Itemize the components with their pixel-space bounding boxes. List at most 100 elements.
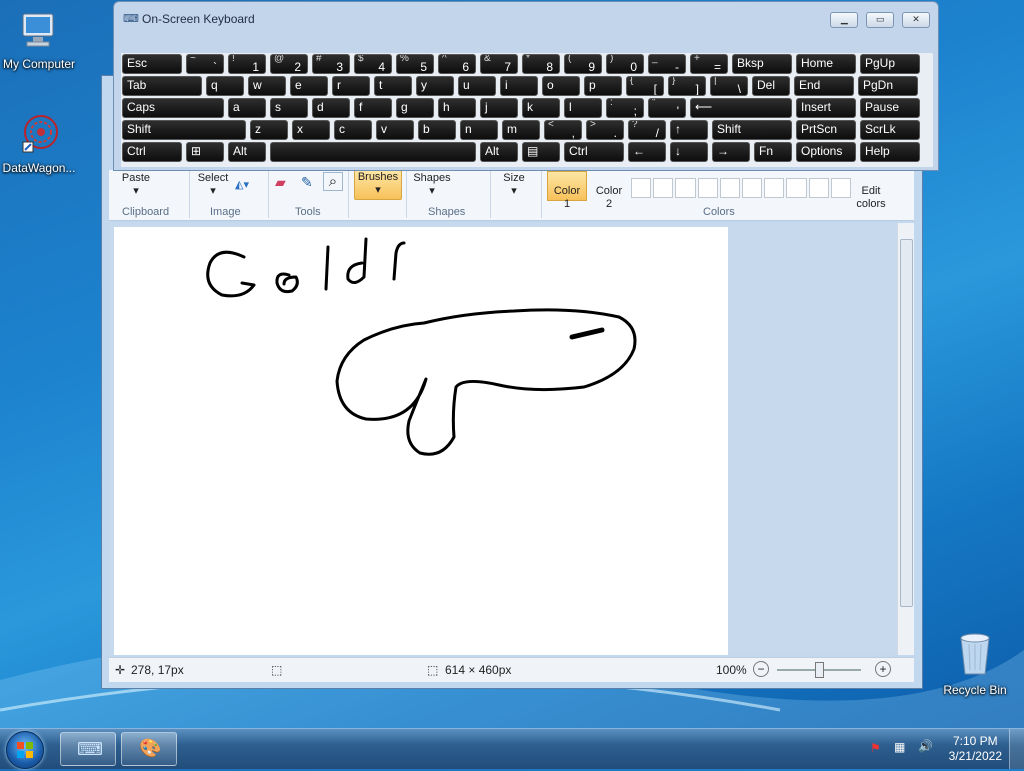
key[interactable]: Pause	[860, 98, 920, 118]
key[interactable]: g	[396, 98, 434, 118]
key[interactable]: ⟵	[690, 98, 792, 118]
action-center-icon[interactable]: ⚑	[870, 741, 881, 755]
rotate-icon[interactable]: ◭▾	[235, 178, 249, 191]
key[interactable]: }]	[668, 76, 706, 96]
key[interactable]: Shift	[712, 120, 792, 140]
drawing-canvas[interactable]	[114, 227, 728, 655]
key[interactable]: ScrLk	[860, 120, 920, 140]
key[interactable]: End	[794, 76, 854, 96]
key[interactable]: >.	[586, 120, 624, 140]
key[interactable]: Fn	[754, 142, 792, 162]
key[interactable]: d	[312, 98, 350, 118]
maximize-button[interactable]: ▭	[866, 12, 895, 28]
key[interactable]: Alt	[480, 142, 518, 162]
zoom-slider-thumb[interactable]	[815, 662, 824, 678]
key[interactable]: ↑	[670, 120, 708, 140]
key[interactable]: Ctrl	[564, 142, 624, 162]
key[interactable]: _ -	[648, 54, 686, 74]
key[interactable]	[270, 142, 476, 162]
start-button[interactable]	[6, 731, 44, 769]
key[interactable]: (9	[564, 54, 602, 74]
size-button[interactable]: Size ▾	[499, 172, 529, 197]
key[interactable]: Tab	[122, 76, 202, 96]
key[interactable]: % 5	[396, 54, 434, 74]
key[interactable]: Ctrl	[122, 142, 182, 162]
key[interactable]: y	[416, 76, 454, 96]
scrollbar-thumb[interactable]	[900, 239, 913, 607]
brushes-button[interactable]: Brushes ▾	[354, 170, 402, 200]
desktop-icon-datawagon[interactable]: DataWagon...	[0, 112, 84, 175]
key[interactable]: t	[374, 76, 412, 96]
key[interactable]: b	[418, 120, 456, 140]
key[interactable]: Caps	[122, 98, 224, 118]
key[interactable]: f	[354, 98, 392, 118]
key[interactable]: o	[542, 76, 580, 96]
key[interactable]: j	[480, 98, 518, 118]
minimize-button[interactable]: ▁	[830, 12, 859, 28]
key[interactable]: s	[270, 98, 308, 118]
key[interactable]: Esc	[122, 54, 182, 74]
key[interactable]: Options	[796, 142, 856, 162]
key[interactable]: ~ `	[186, 54, 224, 74]
key[interactable]: ←	[628, 142, 666, 162]
zoom-in-button[interactable]: +	[875, 661, 891, 677]
key[interactable]: #3	[312, 54, 350, 74]
close-button[interactable]: ✕	[902, 12, 930, 28]
network-icon[interactable]: ▦	[894, 740, 905, 754]
desktop-icon-recycle-bin[interactable]: Recycle Bin	[930, 630, 1020, 697]
key[interactable]: Alt	[228, 142, 266, 162]
clock[interactable]: 7:10 PM 3/21/2022	[949, 734, 1002, 764]
key[interactable]: + =	[690, 54, 728, 74]
key[interactable]: z	[250, 120, 288, 140]
key[interactable]: i	[500, 76, 538, 96]
paste-button[interactable]: Paste ▾	[115, 172, 157, 197]
key[interactable]: m	[502, 120, 540, 140]
key[interactable]: ! 1	[228, 54, 266, 74]
key[interactable]: ? /	[628, 120, 666, 140]
key[interactable]: {[	[626, 76, 664, 96]
key[interactable]: Home	[796, 54, 856, 74]
key[interactable]: c	[334, 120, 372, 140]
key[interactable]: & 7	[480, 54, 518, 74]
key[interactable]: * 8	[522, 54, 560, 74]
desktop-icon-my-computer[interactable]: My Computer	[0, 8, 84, 71]
key[interactable]: u	[458, 76, 496, 96]
key[interactable]: ) 0	[606, 54, 644, 74]
key[interactable]: $4	[354, 54, 392, 74]
key[interactable]: Shift	[122, 120, 246, 140]
eraser-icon[interactable]: ▰	[275, 174, 286, 191]
edit-colors-button[interactable]: Edit colors	[851, 172, 891, 211]
key[interactable]: " '	[648, 98, 686, 118]
key[interactable]: PgDn	[858, 76, 918, 96]
color2-button[interactable]: Color 2	[591, 172, 627, 211]
key[interactable]: r	[332, 76, 370, 96]
shapes-button[interactable]: Shapes ▾	[409, 172, 455, 197]
key[interactable]: ↓	[670, 142, 708, 162]
key[interactable]: →	[712, 142, 750, 162]
key[interactable]: v	[376, 120, 414, 140]
key[interactable]: Del	[752, 76, 790, 96]
key[interactable]: q	[206, 76, 244, 96]
key[interactable]: ^ 6	[438, 54, 476, 74]
key[interactable]: Bksp	[732, 54, 792, 74]
color-palette[interactable]	[631, 178, 852, 198]
key[interactable]: :;	[606, 98, 644, 118]
show-desktop-button[interactable]	[1009, 729, 1024, 769]
zoom-out-button[interactable]: −	[753, 661, 769, 677]
taskbar-paint-button[interactable]: 🎨	[121, 732, 177, 766]
key[interactable]: n	[460, 120, 498, 140]
key[interactable]: k	[522, 98, 560, 118]
color1-button[interactable]: Color 1	[547, 171, 587, 210]
taskbar-osk-button[interactable]: ⌨	[60, 732, 116, 766]
magnifier-icon[interactable]: ⌕	[323, 172, 343, 191]
select-button[interactable]: Select ▾	[193, 172, 233, 197]
key[interactable]: @2	[270, 54, 308, 74]
key[interactable]: a	[228, 98, 266, 118]
key[interactable]: <,	[544, 120, 582, 140]
volume-icon[interactable]: 🔊	[918, 739, 933, 753]
vertical-scrollbar[interactable]	[897, 223, 914, 655]
key[interactable]: Insert	[796, 98, 856, 118]
key[interactable]: l	[564, 98, 602, 118]
key[interactable]: w	[248, 76, 286, 96]
key[interactable]: PgUp	[860, 54, 920, 74]
